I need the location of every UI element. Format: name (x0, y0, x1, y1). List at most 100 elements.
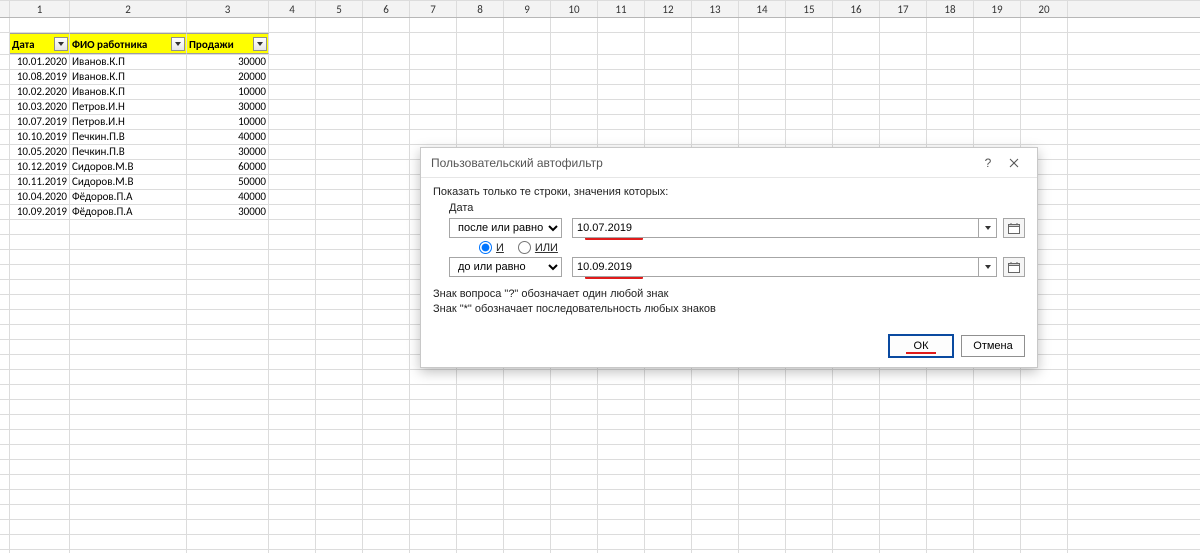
blank-cell[interactable] (598, 55, 645, 69)
blank-cell[interactable] (10, 430, 70, 444)
blank-cell[interactable] (187, 460, 269, 474)
blank-cell[interactable] (316, 115, 363, 129)
blank-cell[interactable] (880, 70, 927, 84)
blank-cell[interactable] (363, 250, 410, 264)
blank-cell[interactable] (504, 475, 551, 489)
blank-cell[interactable] (316, 280, 363, 294)
cell-date[interactable]: 10.09.2019 (10, 205, 70, 219)
blank-cell[interactable] (363, 265, 410, 279)
blank-cell[interactable] (10, 235, 70, 249)
blank-cell[interactable] (1021, 370, 1068, 384)
blank-cell[interactable] (316, 205, 363, 219)
blank-cell[interactable] (739, 430, 786, 444)
blank-cell[interactable] (974, 415, 1021, 429)
blank-cell[interactable] (786, 370, 833, 384)
blank-cell[interactable] (70, 490, 187, 504)
column-header-16[interactable]: 16 (833, 1, 880, 17)
blank-cell[interactable] (692, 370, 739, 384)
cell-date[interactable]: 10.12.2019 (10, 160, 70, 174)
blank-cell[interactable] (880, 445, 927, 459)
blank-cell[interactable] (363, 325, 410, 339)
column-header-2[interactable]: 2 (70, 1, 187, 17)
blank-cell[interactable] (316, 430, 363, 444)
blank-cell[interactable] (316, 175, 363, 189)
blank-cell[interactable] (269, 175, 316, 189)
blank-cell[interactable] (927, 130, 974, 144)
blank-cell[interactable] (833, 33, 880, 54)
blank-cell[interactable] (363, 85, 410, 99)
ok-button[interactable]: ОК (889, 335, 953, 357)
blank-cell[interactable] (739, 505, 786, 519)
blank-cell[interactable] (410, 18, 457, 32)
blank-cell[interactable] (70, 295, 187, 309)
blank-cell[interactable] (880, 505, 927, 519)
column-header-14[interactable]: 14 (739, 1, 786, 17)
blank-cell[interactable] (786, 33, 833, 54)
blank-cell[interactable] (10, 370, 70, 384)
blank-cell[interactable] (187, 265, 269, 279)
blank-cell[interactable] (316, 445, 363, 459)
blank-cell[interactable] (786, 535, 833, 549)
blank-cell[interactable] (1021, 415, 1068, 429)
blank-cell[interactable] (551, 535, 598, 549)
blank-cell[interactable] (927, 520, 974, 534)
blank-cell[interactable] (10, 220, 70, 234)
blank-cell[interactable] (316, 33, 363, 54)
blank-cell[interactable] (504, 370, 551, 384)
blank-cell[interactable] (974, 55, 1021, 69)
blank-cell[interactable] (739, 115, 786, 129)
blank-cell[interactable] (187, 220, 269, 234)
blank-cell[interactable] (739, 445, 786, 459)
blank-cell[interactable] (10, 310, 70, 324)
cell-sales[interactable]: 10000 (187, 115, 269, 129)
blank-cell[interactable] (833, 490, 880, 504)
blank-cell[interactable] (410, 460, 457, 474)
blank-cell[interactable] (645, 535, 692, 549)
blank-cell[interactable] (10, 340, 70, 354)
blank-cell[interactable] (645, 18, 692, 32)
blank-cell[interactable] (70, 535, 187, 549)
blank-cell[interactable] (880, 115, 927, 129)
blank-cell[interactable] (269, 460, 316, 474)
column-header-18[interactable]: 18 (927, 1, 974, 17)
blank-cell[interactable] (269, 55, 316, 69)
blank-cell[interactable] (645, 100, 692, 114)
blank-cell[interactable] (269, 325, 316, 339)
blank-cell[interactable] (316, 70, 363, 84)
blank-cell[interactable] (187, 340, 269, 354)
blank-cell[interactable] (363, 430, 410, 444)
blank-cell[interactable] (70, 220, 187, 234)
blank-cell[interactable] (598, 505, 645, 519)
cell-date[interactable]: 10.05.2020 (10, 145, 70, 159)
blank-cell[interactable] (833, 70, 880, 84)
blank-cell[interactable] (504, 535, 551, 549)
blank-cell[interactable] (692, 535, 739, 549)
column-header-15[interactable]: 15 (786, 1, 833, 17)
blank-cell[interactable] (410, 55, 457, 69)
blank-cell[interactable] (70, 475, 187, 489)
operator-select-1[interactable]: после или равно (449, 218, 562, 238)
blank-cell[interactable] (504, 70, 551, 84)
blank-cell[interactable] (363, 445, 410, 459)
blank-cell[interactable] (880, 33, 927, 54)
blank-cell[interactable] (833, 385, 880, 399)
blank-cell[interactable] (598, 100, 645, 114)
blank-cell[interactable] (551, 445, 598, 459)
blank-cell[interactable] (363, 460, 410, 474)
blank-cell[interactable] (645, 460, 692, 474)
blank-cell[interactable] (363, 415, 410, 429)
blank-cell[interactable] (927, 430, 974, 444)
cell-name[interactable]: Сидоров.М.В (70, 175, 187, 189)
blank-cell[interactable] (316, 520, 363, 534)
blank-cell[interactable] (974, 115, 1021, 129)
cell-name[interactable]: Иванов.К.П (70, 85, 187, 99)
blank-cell[interactable] (187, 280, 269, 294)
blank-cell[interactable] (504, 115, 551, 129)
blank-cell[interactable] (269, 145, 316, 159)
blank-cell[interactable] (457, 505, 504, 519)
blank-cell[interactable] (316, 160, 363, 174)
blank-cell[interactable] (927, 505, 974, 519)
blank-cell[interactable] (457, 85, 504, 99)
blank-cell[interactable] (786, 18, 833, 32)
blank-cell[interactable] (1021, 490, 1068, 504)
